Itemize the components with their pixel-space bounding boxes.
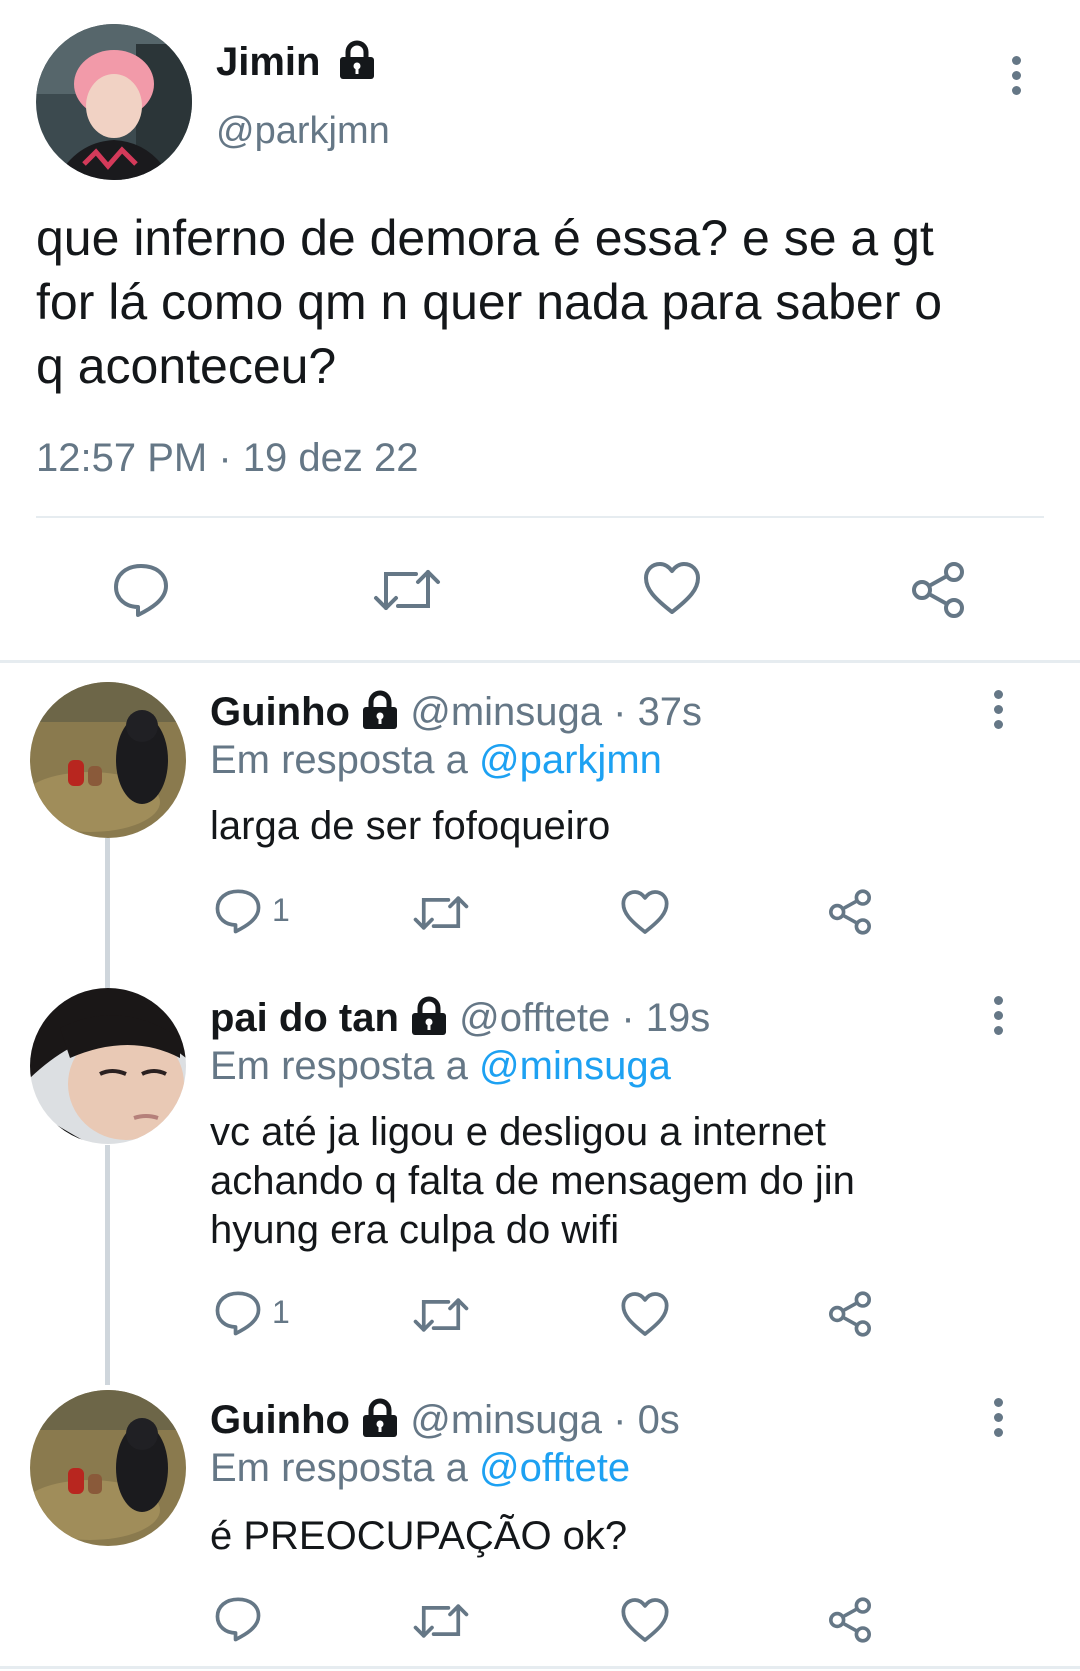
retweet-icon: [413, 1604, 469, 1638]
more-vertical-icon: [993, 996, 1003, 1005]
reply-text-line: achando q falta de mensagem do jin: [210, 1159, 855, 1203]
more-vertical-icon: [993, 1398, 1003, 1407]
reply-author-name[interactable]: Guinho: [210, 690, 350, 734]
like-button[interactable]: [620, 1596, 670, 1644]
lock-icon: [412, 996, 447, 1036]
reply-button[interactable]: [112, 562, 170, 618]
retweet-icon: [413, 1298, 469, 1332]
bottom-divider: [0, 1666, 1080, 1669]
reply-text-line: é PREOCUPAÇÃO ok?: [210, 1514, 628, 1558]
reply-text: vc até ja ligou e desligou a internet ac…: [210, 1108, 855, 1255]
reply-count: 1: [272, 892, 290, 928]
reply-handle-time[interactable]: @offtete · 19s: [459, 996, 710, 1040]
share-icon: [829, 1291, 871, 1337]
reply-to-label: Em resposta a: [210, 1044, 468, 1088]
reply-text-line: vc até ja ligou e desligou a internet: [210, 1110, 826, 1154]
reply-button[interactable]: [214, 1596, 262, 1642]
share-icon: [829, 889, 871, 935]
tweet-text: que inferno de demora é essa? e se a gt …: [36, 206, 1056, 398]
reply-text-line: larga de ser fofoqueiro: [210, 804, 611, 848]
avatar-jimin[interactable]: [36, 24, 192, 180]
reply-to-link[interactable]: @parkjmn: [479, 738, 662, 782]
lock-icon: [339, 40, 374, 80]
reply-button[interactable]: [214, 888, 262, 934]
retweet-button[interactable]: [412, 1598, 470, 1644]
reply-icon: [215, 1291, 261, 1336]
heart-icon: [644, 562, 700, 614]
reply-icon: [215, 1597, 261, 1642]
like-button[interactable]: [620, 888, 670, 936]
reply-handle-time[interactable]: @minsuga · 37s: [410, 690, 702, 734]
author-name[interactable]: Jimin: [216, 40, 320, 84]
more-options-button[interactable]: [986, 1398, 1010, 1442]
retweet-icon: [413, 896, 469, 930]
tweet-text-line: que inferno de demora é essa? e se a gt: [36, 210, 934, 266]
avatar-guinho[interactable]: [30, 682, 186, 838]
retweet-icon: [374, 570, 440, 610]
share-button[interactable]: [826, 888, 874, 936]
section-divider: [0, 660, 1080, 663]
more-vertical-icon: [1011, 56, 1021, 65]
share-button[interactable]: [826, 1290, 874, 1338]
more-options-button[interactable]: [986, 690, 1010, 734]
reply-handle-time[interactable]: @minsuga · 0s: [410, 1398, 680, 1442]
share-button[interactable]: [826, 1596, 874, 1644]
reply-count: 1: [272, 1294, 290, 1330]
reply-text: é PREOCUPAÇÃO ok?: [210, 1512, 627, 1561]
like-button[interactable]: [642, 560, 702, 616]
retweet-button[interactable]: [412, 1292, 470, 1338]
reply-to-link[interactable]: @minsuga: [479, 1044, 671, 1088]
share-icon: [912, 562, 964, 618]
thread-line: [105, 1145, 110, 1385]
lock-icon: [363, 690, 398, 730]
reply-to-label: Em resposta a: [210, 738, 468, 782]
reply-icon: [114, 564, 168, 617]
more-options-button[interactable]: [1004, 56, 1028, 100]
reply-author-name[interactable]: Guinho: [210, 1398, 350, 1442]
retweet-button[interactable]: [412, 890, 470, 936]
reply-author-name[interactable]: pai do tan: [210, 996, 399, 1040]
thread-line: [105, 838, 110, 988]
heart-icon: [621, 1598, 669, 1642]
retweet-button[interactable]: [372, 562, 442, 618]
share-button[interactable]: [908, 560, 968, 620]
share-icon: [829, 1597, 871, 1643]
tweet-text-line: for lá como qm n quer nada para saber o: [36, 274, 943, 330]
more-options-button[interactable]: [986, 996, 1010, 1040]
reply-to-link[interactable]: @offtete: [479, 1446, 630, 1490]
reply-text-line: hyung era culpa do wifi: [210, 1208, 620, 1252]
reply-text: larga de ser fofoqueiro: [210, 802, 610, 851]
heart-icon: [621, 1292, 669, 1336]
reply-icon: [215, 889, 261, 934]
more-vertical-icon: [993, 690, 1003, 699]
reply-button[interactable]: [214, 1290, 262, 1336]
heart-icon: [621, 890, 669, 934]
like-button[interactable]: [620, 1290, 670, 1338]
tweet-text-line: q aconteceu?: [36, 338, 337, 394]
lock-icon: [363, 1398, 398, 1438]
divider: [36, 516, 1044, 518]
avatar-guinho[interactable]: [30, 1390, 186, 1546]
tweet-timestamp[interactable]: 12:57 PM · 19 dez 22: [36, 436, 418, 481]
author-handle[interactable]: @parkjmn: [216, 110, 390, 153]
avatar-pai-do-tan[interactable]: [30, 988, 186, 1144]
reply-to-label: Em resposta a: [210, 1446, 468, 1490]
